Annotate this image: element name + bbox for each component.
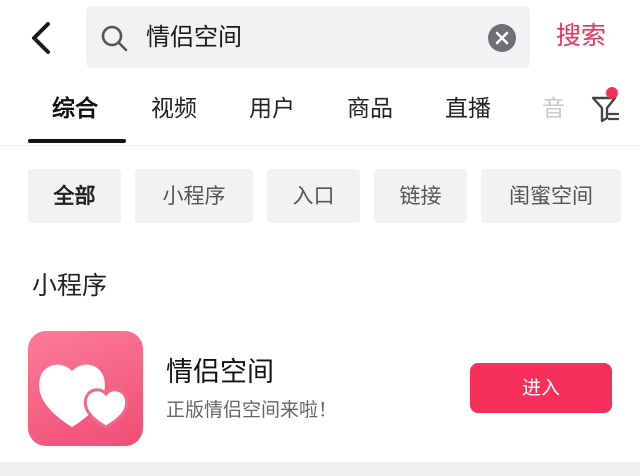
search-submit-button[interactable]: 搜索: [556, 18, 606, 54]
tab-users[interactable]: 用户: [249, 92, 295, 126]
tab-video[interactable]: 视频: [151, 92, 197, 126]
active-tab-indicator: [28, 139, 126, 143]
section-title: 小程序: [32, 271, 108, 300]
tab-comprehensive[interactable]: 综合: [52, 92, 98, 126]
enter-button[interactable]: 进入: [470, 363, 612, 413]
clear-search-button[interactable]: [488, 24, 516, 52]
back-button[interactable]: [24, 14, 64, 62]
tab-music[interactable]: 音: [542, 92, 565, 126]
app-icon[interactable]: [28, 331, 143, 446]
chip-bestie-space[interactable]: 闺蜜空间: [481, 169, 621, 223]
chip-mini-program[interactable]: 小程序: [135, 169, 253, 223]
bottom-separator: [0, 462, 640, 476]
heart-icon: [39, 364, 129, 429]
chip-entrance[interactable]: 入口: [267, 169, 360, 223]
clear-icon: [495, 31, 509, 45]
search-bar[interactable]: 情侣空间: [86, 6, 530, 68]
tab-products[interactable]: 商品: [347, 92, 393, 126]
chip-link[interactable]: 链接: [374, 169, 467, 223]
notification-badge: [606, 87, 618, 99]
tab-live[interactable]: 直播: [445, 92, 491, 126]
app-name[interactable]: 情侣空间: [166, 354, 274, 392]
tabs-divider: [0, 145, 640, 146]
chip-all[interactable]: 全部: [28, 169, 121, 223]
chevron-left-icon: [32, 22, 50, 54]
search-icon: [101, 25, 128, 52]
app-description: 正版情侣空间来啦！: [166, 399, 338, 421]
search-input[interactable]: 情侣空间: [146, 20, 242, 54]
